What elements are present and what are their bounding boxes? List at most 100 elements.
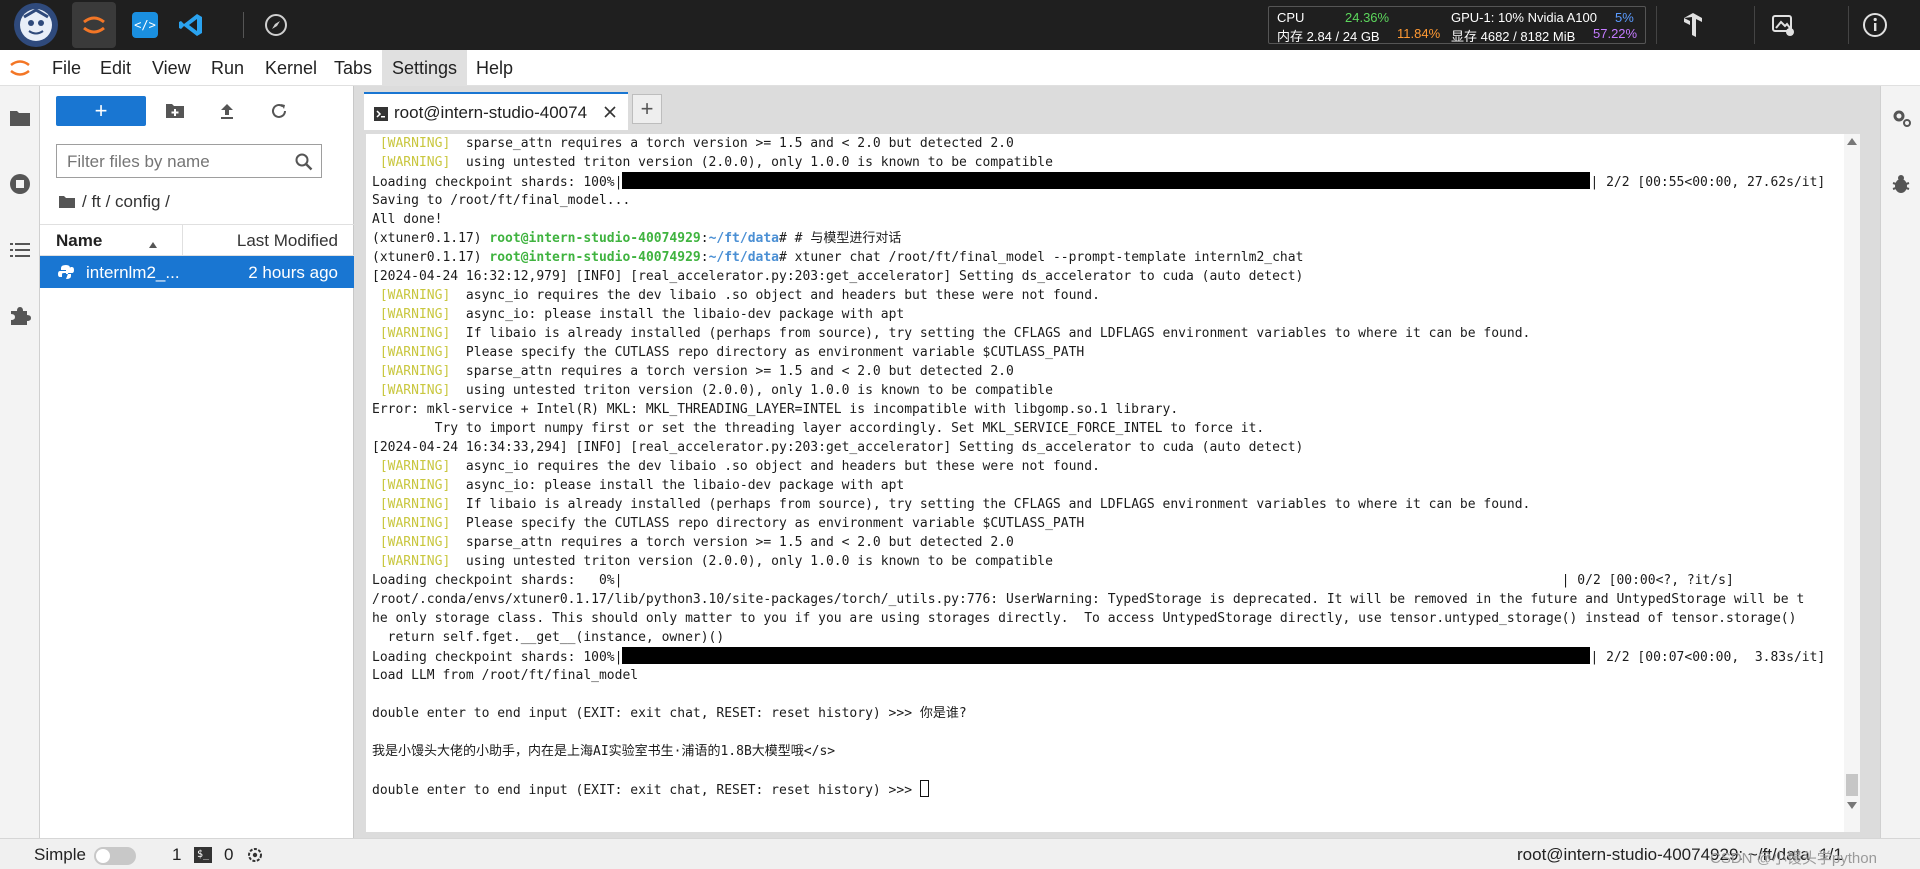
menu-file[interactable]: File [42, 50, 91, 86]
file-modified: 2 hours ago [248, 263, 338, 282]
terminal-count[interactable]: 0 [224, 845, 233, 865]
menu-settings[interactable]: Settings [382, 50, 468, 86]
debugger-bug-icon[interactable] [1889, 172, 1913, 196]
memory-value: 11.84% [1397, 26, 1441, 41]
close-icon[interactable] [602, 104, 618, 120]
terminal-line: double enter to end input (EXIT: exit ch… [372, 780, 1842, 799]
file-list-item[interactable]: internlm2_... 2 hours ago [40, 256, 354, 288]
refresh-icon[interactable] [268, 100, 290, 122]
column-name-header[interactable]: Name [56, 231, 102, 251]
file-browser-panel: + / ft / config / Name Last Modified int… [40, 86, 354, 838]
warning-tag: [WARNING] [379, 326, 451, 341]
line-text: using untested triton version (2.0.0), o… [450, 383, 1053, 398]
extensions-puzzle-icon[interactable] [8, 304, 32, 328]
column-modified-header[interactable]: Last Modified [237, 231, 338, 251]
menu-tabs[interactable]: Tabs [324, 50, 382, 86]
menu-view[interactable]: View [142, 50, 201, 86]
info-icon[interactable] [1860, 10, 1890, 40]
terminal-line: Loading checkpoint shards: 0%| | 0/2 [00… [372, 571, 1842, 590]
running-kernels-icon[interactable] [8, 172, 32, 196]
line-text: double enter to end input (EXIT: exit ch… [372, 783, 920, 798]
terminal-output[interactable]: [WARNING] sparse_attn requires a torch v… [366, 134, 1860, 832]
vram-label: 显存 4682 / 8182 MiB [1451, 29, 1576, 44]
terminal-line: 我是小馒头大佬的小助手，内在是上海AI实验室书生·浦语的1.8B大模型哦</s> [372, 742, 1842, 761]
breadcrumb[interactable]: / ft / config / [58, 190, 170, 214]
scroll-down-icon[interactable] [1847, 802, 1857, 809]
terminal-line: [WARNING] async_io requires the dev liba… [372, 457, 1842, 476]
line-text: /root/.conda/envs/xtuner0.1.17/lib/pytho… [372, 592, 1805, 607]
file-list-header: Name Last Modified [40, 224, 354, 256]
line-text: async_io requires the dev libaio .so obj… [450, 459, 1100, 474]
new-folder-icon[interactable] [164, 100, 186, 122]
line-text: Loading checkpoint shards: 0%| | 0/2 [00… [372, 573, 1734, 588]
warning-tag: [WARNING] [379, 136, 451, 151]
toggle-knob [96, 849, 110, 863]
terminal-line: he only storage class. This should only … [372, 609, 1842, 628]
line-text: using untested triton version (2.0.0), o… [450, 554, 1053, 569]
menu-edit[interactable]: Edit [90, 50, 141, 86]
vscode-icon[interactable] [178, 12, 204, 38]
code-editor-icon[interactable]: </> [132, 12, 158, 38]
folder-icon [59, 196, 75, 208]
terminal-line: [WARNING] sparse_attn requires a torch v… [372, 533, 1842, 552]
jupyter-app-icon[interactable] [72, 2, 116, 48]
scrollbar-thumb[interactable] [1846, 774, 1858, 796]
terminal-line: [WARNING] If libaio is already installed… [372, 495, 1842, 514]
menu-run[interactable]: Run [201, 50, 254, 86]
scroll-up-icon[interactable] [1847, 138, 1857, 145]
new-tab-button[interactable]: + [632, 94, 662, 124]
simple-mode-label: Simple [34, 845, 86, 864]
line-text: Loading checkpoint shards: 100%| [372, 175, 623, 190]
sort-ascending-icon[interactable] [148, 235, 158, 248]
toolbar-divider [243, 12, 244, 38]
menu-help[interactable]: Help [466, 50, 523, 86]
warning-tag: [WARNING] [379, 516, 451, 531]
terminal-line: [WARNING] sparse_attn requires a torch v… [372, 362, 1842, 381]
tensorflow-icon[interactable] [1678, 10, 1708, 40]
search-icon [295, 153, 313, 171]
warning-tag: [WARNING] [379, 345, 451, 360]
prompt-path: ~/ft/data [708, 250, 780, 265]
property-inspector-gear-icon[interactable] [1889, 106, 1913, 130]
line-text: If libaio is already installed (perhaps … [450, 497, 1531, 512]
warning-tag: [WARNING] [379, 535, 451, 550]
terminal-line: [WARNING] async_io requires the dev liba… [372, 286, 1842, 305]
menu-kernel[interactable]: Kernel [255, 50, 327, 86]
cpu-value: 24.36% [1345, 10, 1390, 25]
compass-icon[interactable] [262, 11, 290, 39]
terminal-line: [WARNING] using untested triton version … [372, 552, 1842, 571]
kernel-count[interactable]: 1 [172, 845, 181, 865]
gpu-value: 5% [1615, 10, 1634, 25]
tab-terminal[interactable]: root@intern-studio-40074 [364, 92, 628, 130]
progress-bar [622, 647, 1591, 664]
intern-logo-icon[interactable] [14, 3, 58, 47]
line-text: double enter to end input (EXIT: exit ch… [372, 706, 967, 721]
terminal-cursor [919, 780, 929, 797]
terminal-line: return self.fget.__get__(instance, owner… [372, 628, 1842, 647]
line-text: Saving to /root/ft/final_model... [372, 193, 631, 208]
folder-icon[interactable] [8, 106, 32, 130]
image-settings-icon[interactable] [1768, 10, 1798, 40]
column-divider[interactable] [182, 225, 183, 255]
filter-files-field[interactable] [56, 144, 322, 178]
prompt-sep: : [700, 231, 709, 246]
terminal-icon[interactable]: $_ [194, 847, 212, 863]
breadcrumb-path[interactable]: / ft / config / [82, 192, 170, 212]
table-of-contents-icon[interactable] [8, 238, 32, 262]
gear-icon[interactable] [246, 846, 264, 864]
main-area: root@intern-studio-40074 + [WARNING] spa… [354, 86, 1880, 838]
new-launcher-button[interactable]: + [56, 96, 146, 126]
toolbar-divider [1656, 6, 1657, 44]
warning-tag: [WARNING] [379, 478, 451, 493]
line-text: Error: mkl-service + Intel(R) MKL: MKL_T… [372, 402, 1179, 417]
terminal-line: [WARNING] sparse_attn requires a torch v… [372, 134, 1842, 153]
line-text: Try to import numpy first or set the thr… [372, 421, 1265, 436]
terminal-scrollbar[interactable] [1844, 134, 1860, 832]
prompt-command: # # 与模型进行对话 [779, 231, 902, 246]
filter-files-input[interactable] [67, 150, 287, 174]
upload-icon[interactable] [216, 100, 238, 122]
memory-label: 内存 2.84 / 24 GB [1277, 29, 1380, 44]
simple-mode-toggle[interactable] [94, 847, 136, 865]
